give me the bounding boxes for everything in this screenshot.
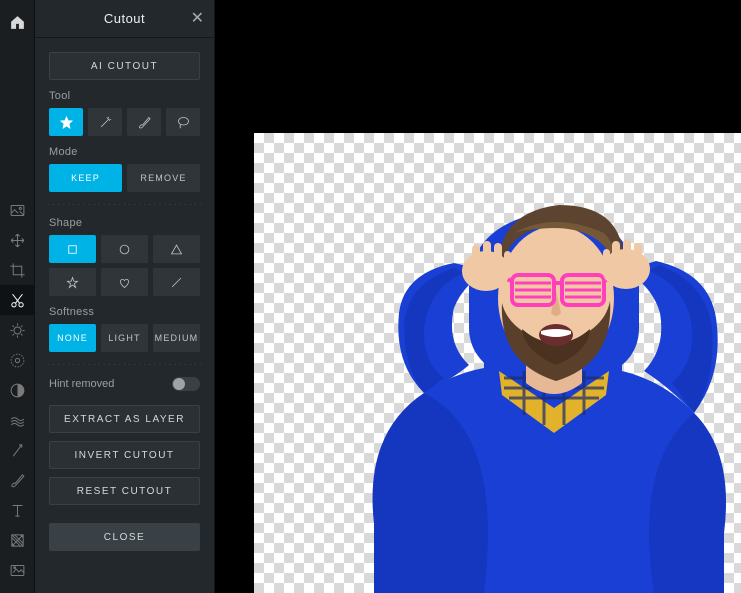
mode-remove-button[interactable]: REMOVE [127,164,200,192]
filter-tool-icon[interactable] [0,345,35,375]
adjust-tool-icon[interactable] [0,315,35,345]
softness-none-button[interactable]: NONE [49,324,96,352]
shape-triangle-button[interactable] [153,235,200,263]
ai-cutout-button[interactable]: AI CUTOUT [49,52,200,80]
softness-light-button[interactable]: LIGHT [101,324,148,352]
shape-star-button[interactable] [49,268,96,296]
brush-tool-icon[interactable] [0,465,35,495]
frame-tool-icon[interactable] [0,555,35,585]
shape-label: Shape [49,217,200,229]
canvas[interactable] [254,133,741,593]
text-tool-icon[interactable] [0,495,35,525]
wand-tool-button[interactable] [88,108,122,136]
home-icon[interactable] [0,8,35,36]
clone-tool-icon[interactable] [0,435,35,465]
extract-as-layer-button[interactable]: EXTRACT AS LAYER [49,405,200,433]
liquify-tool-icon[interactable] [0,375,35,405]
lasso-tool-button[interactable] [166,108,200,136]
softness-label: Softness [49,306,200,318]
shape-square-button[interactable] [49,235,96,263]
mode-keep-button[interactable]: KEEP [49,164,122,192]
hint-removed-toggle[interactable] [172,377,200,391]
retouch-tool-icon[interactable] [0,405,35,435]
mode-label: Mode [49,146,200,158]
move-tool-icon[interactable] [0,225,35,255]
image-tool-icon[interactable] [0,195,35,225]
crop-tool-icon[interactable] [0,255,35,285]
softness-medium-button[interactable]: MEDIUM [153,324,200,352]
magic-tool-button[interactable] [49,108,83,136]
close-button[interactable]: CLOSE [49,523,200,551]
hint-removed-label: Hint removed [49,378,114,390]
shape-circle-button[interactable] [101,235,148,263]
panel-header: Cutout ✕ [35,0,214,38]
tool-strip [0,0,35,593]
panel-title: Cutout [47,11,202,26]
close-icon[interactable]: ✕ [191,11,204,27]
reset-cutout-button[interactable]: RESET CUTOUT [49,477,200,505]
cutout-panel: Cutout ✕ AI CUTOUT Tool Mode KEEP REMOVE [35,0,215,593]
draw-tool-button[interactable] [127,108,161,136]
invert-cutout-button[interactable]: INVERT CUTOUT [49,441,200,469]
shape-line-button[interactable] [153,268,200,296]
tool-label: Tool [49,90,200,102]
shape-heart-button[interactable] [101,268,148,296]
fill-tool-icon[interactable] [0,525,35,555]
cutout-tool-icon[interactable] [0,285,35,315]
cutout-subject [304,133,741,593]
